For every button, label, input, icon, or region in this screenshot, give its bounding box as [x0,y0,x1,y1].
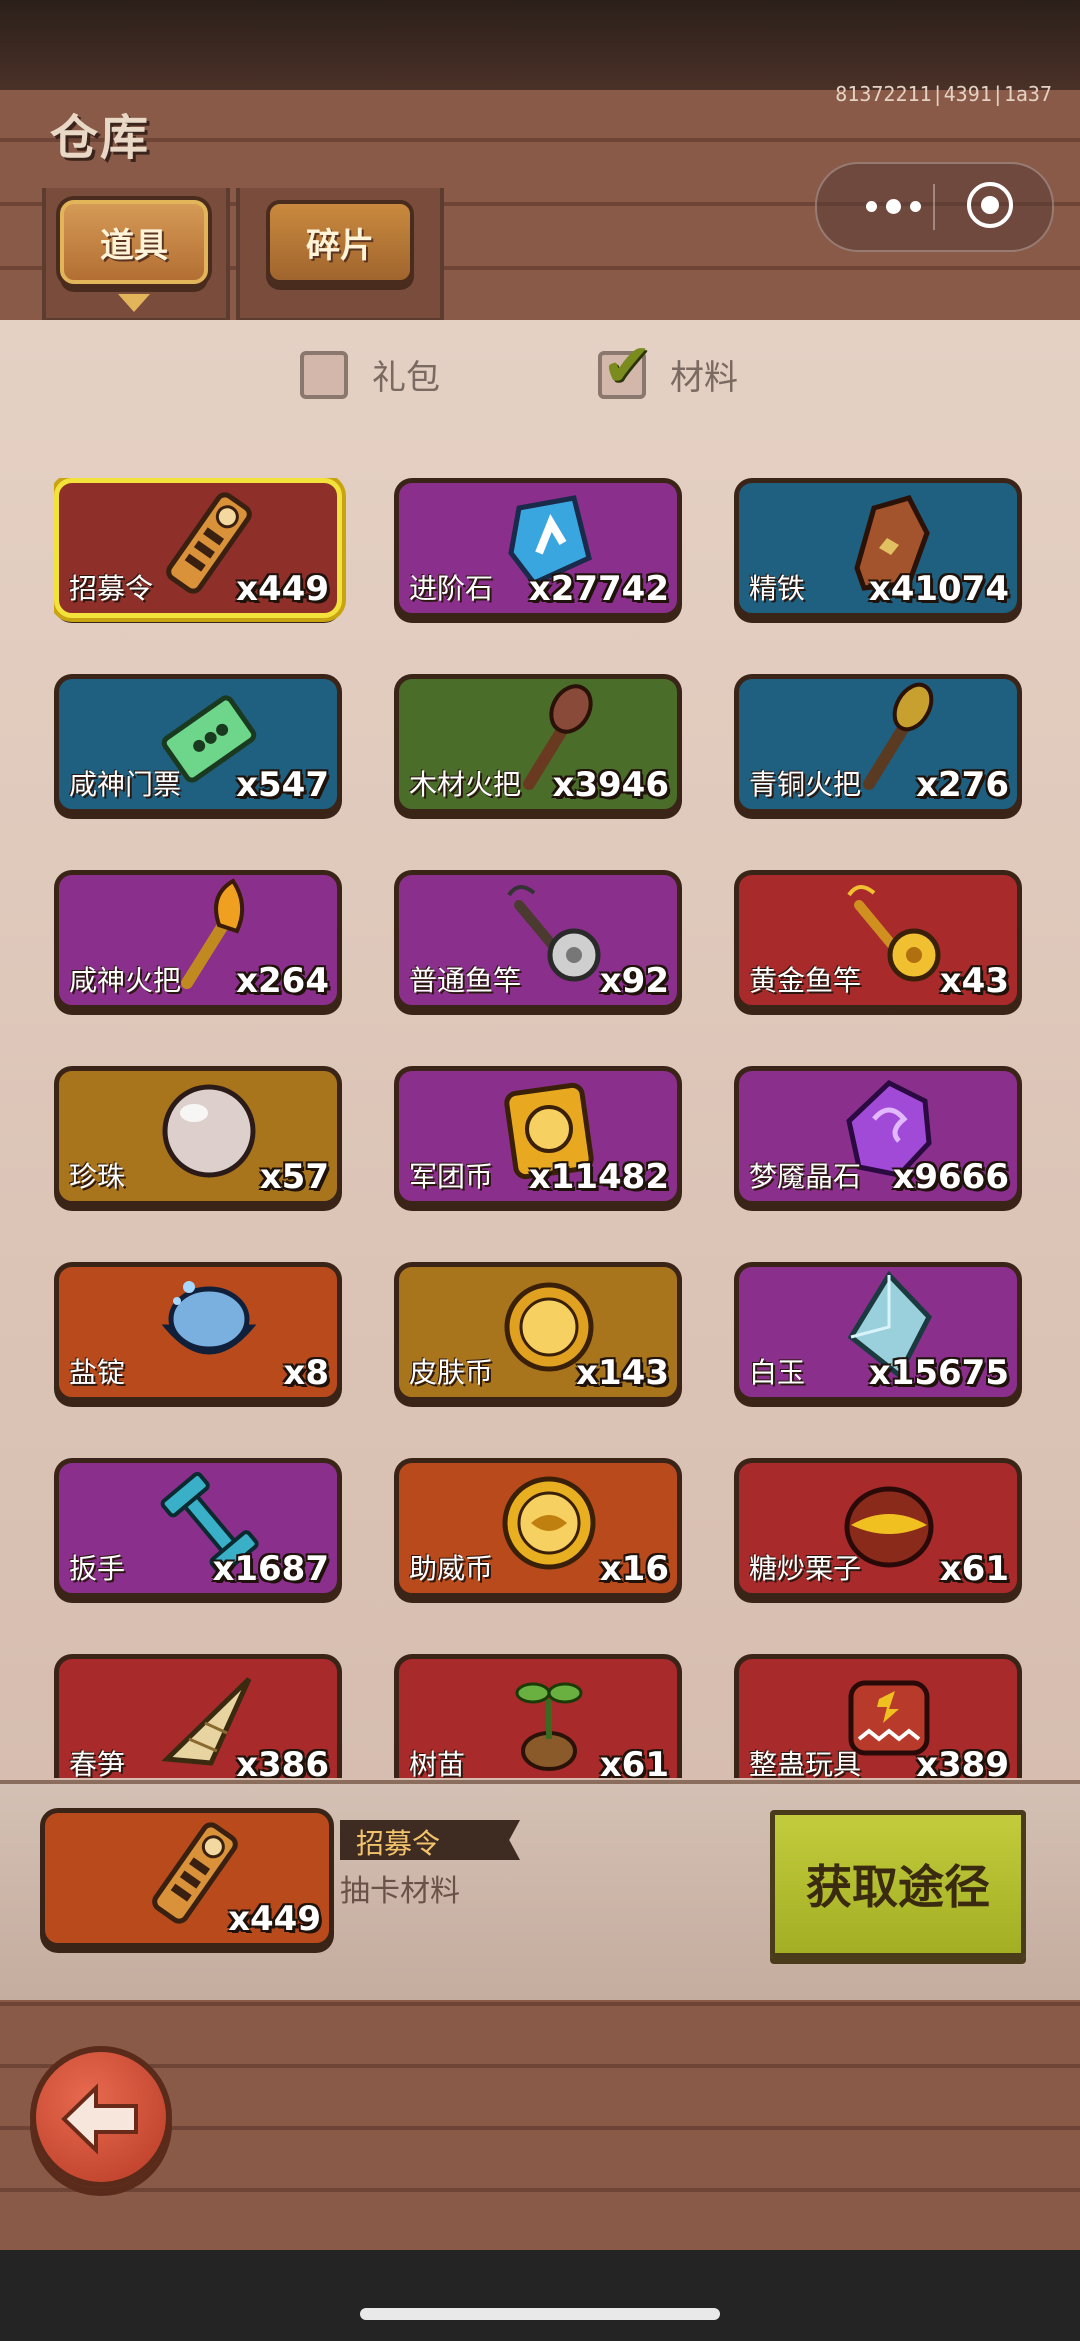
user-id: 81372211|4391|1a37 [835,82,1052,106]
item-tile[interactable]: 普通鱼竿 x92 [394,870,682,1010]
item-name: 白玉 [749,1356,806,1389]
filter-gift-pack[interactable]: 礼包 [300,350,440,399]
item-name: 普通鱼竿 [409,964,522,997]
item-tile[interactable]: 青铜火把 x276 [734,674,1022,814]
item-qty: x61 [599,1745,669,1778]
item-tile[interactable]: 春笋 x386 [54,1654,342,1778]
item-name: 珍珠 [69,1160,126,1193]
item-qty: x57 [259,1157,329,1197]
item-name: 糖炒栗子 [749,1552,862,1585]
obtain-source-button[interactable]: 获取途径 [770,1810,1026,1958]
gift-pack-checkbox[interactable] [300,350,348,399]
item-tile[interactable]: 整蛊玩具 x389 [734,1654,1022,1778]
pearl-icon [149,1071,269,1191]
filter-materials[interactable]: ✔ 材料 [598,331,738,401]
item-tile[interactable]: 招募令 x449 [54,478,342,618]
item-tile[interactable]: 助威币 x16 [394,1458,682,1598]
back-arrow-icon [61,2083,138,2155]
item-qty: x41074 [868,569,1009,609]
item-tile[interactable]: 白玉 x15675 [734,1262,1022,1402]
item-grid: 招募令 x449 进阶石 x27742 精铁 x41074 咸神门票 x547 木材火把 x394… [54,478,1029,1778]
item-qty: x15675 [868,1353,1009,1393]
item-tile[interactable]: 珍珠 x57 [54,1066,342,1206]
item-qty: x264 [236,961,329,1001]
cheer-coin-icon [489,1463,609,1583]
item-qty: x1687 [212,1549,329,1589]
system-nav-bar [0,2250,1080,2341]
item-tile[interactable]: 树苗 x61 [394,1654,682,1778]
selected-item-tile: x449 [40,1808,334,1948]
active-tab-pointer [118,294,150,312]
back-button[interactable] [30,2046,172,2188]
selected-item-description: 抽卡材料 [340,1874,460,1909]
item-tile[interactable]: 皮肤币 x143 [394,1262,682,1402]
item-qty: x449 [236,569,329,609]
item-tile[interactable]: 精铁 x41074 [734,478,1022,618]
filter-gift-pack-label: 礼包 [372,358,440,398]
mini-program-capsule [815,162,1054,252]
item-qty: x16 [599,1549,669,1589]
item-qty: x547 [236,765,329,805]
item-qty: x389 [916,1745,1009,1778]
capsule-divider [933,184,935,230]
item-name: 木材火把 [409,768,522,801]
item-name: 树苗 [409,1748,466,1778]
item-tile[interactable]: 咸神门票 x547 [54,674,342,814]
item-name: 扳手 [69,1552,126,1585]
tab-items[interactable]: 道具 [60,200,208,284]
item-qty: x43 [939,961,1009,1001]
selected-item-qty: x449 [228,1899,321,1939]
item-tile[interactable]: 糖炒栗子 x61 [734,1458,1022,1598]
page-title: 仓库 [50,110,151,166]
item-tile[interactable]: 木材火把 x3946 [394,674,682,814]
item-name: 军团币 [409,1160,494,1193]
item-qty: x27742 [528,569,669,609]
salt-ingot-icon [149,1267,269,1387]
item-name: 青铜火把 [749,768,862,801]
item-qty: x61 [939,1549,1009,1589]
item-name: 春笋 [69,1748,126,1778]
item-name: 进阶石 [409,572,494,605]
item-tile[interactable]: 梦魇晶石 x9666 [734,1066,1022,1206]
item-name: 盐锭 [69,1356,126,1389]
item-name: 皮肤币 [409,1356,494,1389]
selected-item-name: 招募令 [356,1827,441,1860]
item-name: 助威币 [409,1552,494,1585]
item-qty: x11482 [528,1157,669,1197]
item-qty: x8 [283,1353,329,1393]
item-tile[interactable]: 黄金鱼竿 x43 [734,870,1022,1010]
item-tile[interactable]: 进阶石 x27742 [394,478,682,618]
sapling-icon [489,1659,609,1778]
item-name: 咸神火把 [69,964,182,997]
item-name: 咸神门票 [69,768,182,801]
home-indicator[interactable] [360,2308,720,2320]
item-name: 招募令 [69,572,154,605]
item-name: 黄金鱼竿 [749,964,862,997]
filter-materials-label: 材料 [670,358,738,398]
item-qty: x3946 [552,765,669,805]
item-tile[interactable]: 咸神火把 x264 [54,870,342,1010]
item-tile[interactable]: 军团币 x11482 [394,1066,682,1206]
item-qty: x276 [916,765,1009,805]
tab-shards[interactable]: 碎片 [266,200,414,284]
close-target-icon[interactable] [967,182,1013,228]
item-tile[interactable]: 盐锭 x8 [54,1262,342,1402]
item-qty: x92 [599,961,669,1001]
item-name: 梦魇晶石 [749,1160,862,1193]
more-icon[interactable] [853,184,933,228]
item-qty: x143 [576,1353,669,1393]
item-qty: x9666 [892,1157,1009,1197]
item-name: 整蛊玩具 [749,1748,862,1778]
item-name: 精铁 [749,572,806,605]
checkmark-icon: ✔ [602,330,653,401]
item-qty: x386 [236,1745,329,1778]
item-tile[interactable]: 扳手 x1687 [54,1458,342,1598]
materials-checkbox[interactable]: ✔ [598,331,652,401]
